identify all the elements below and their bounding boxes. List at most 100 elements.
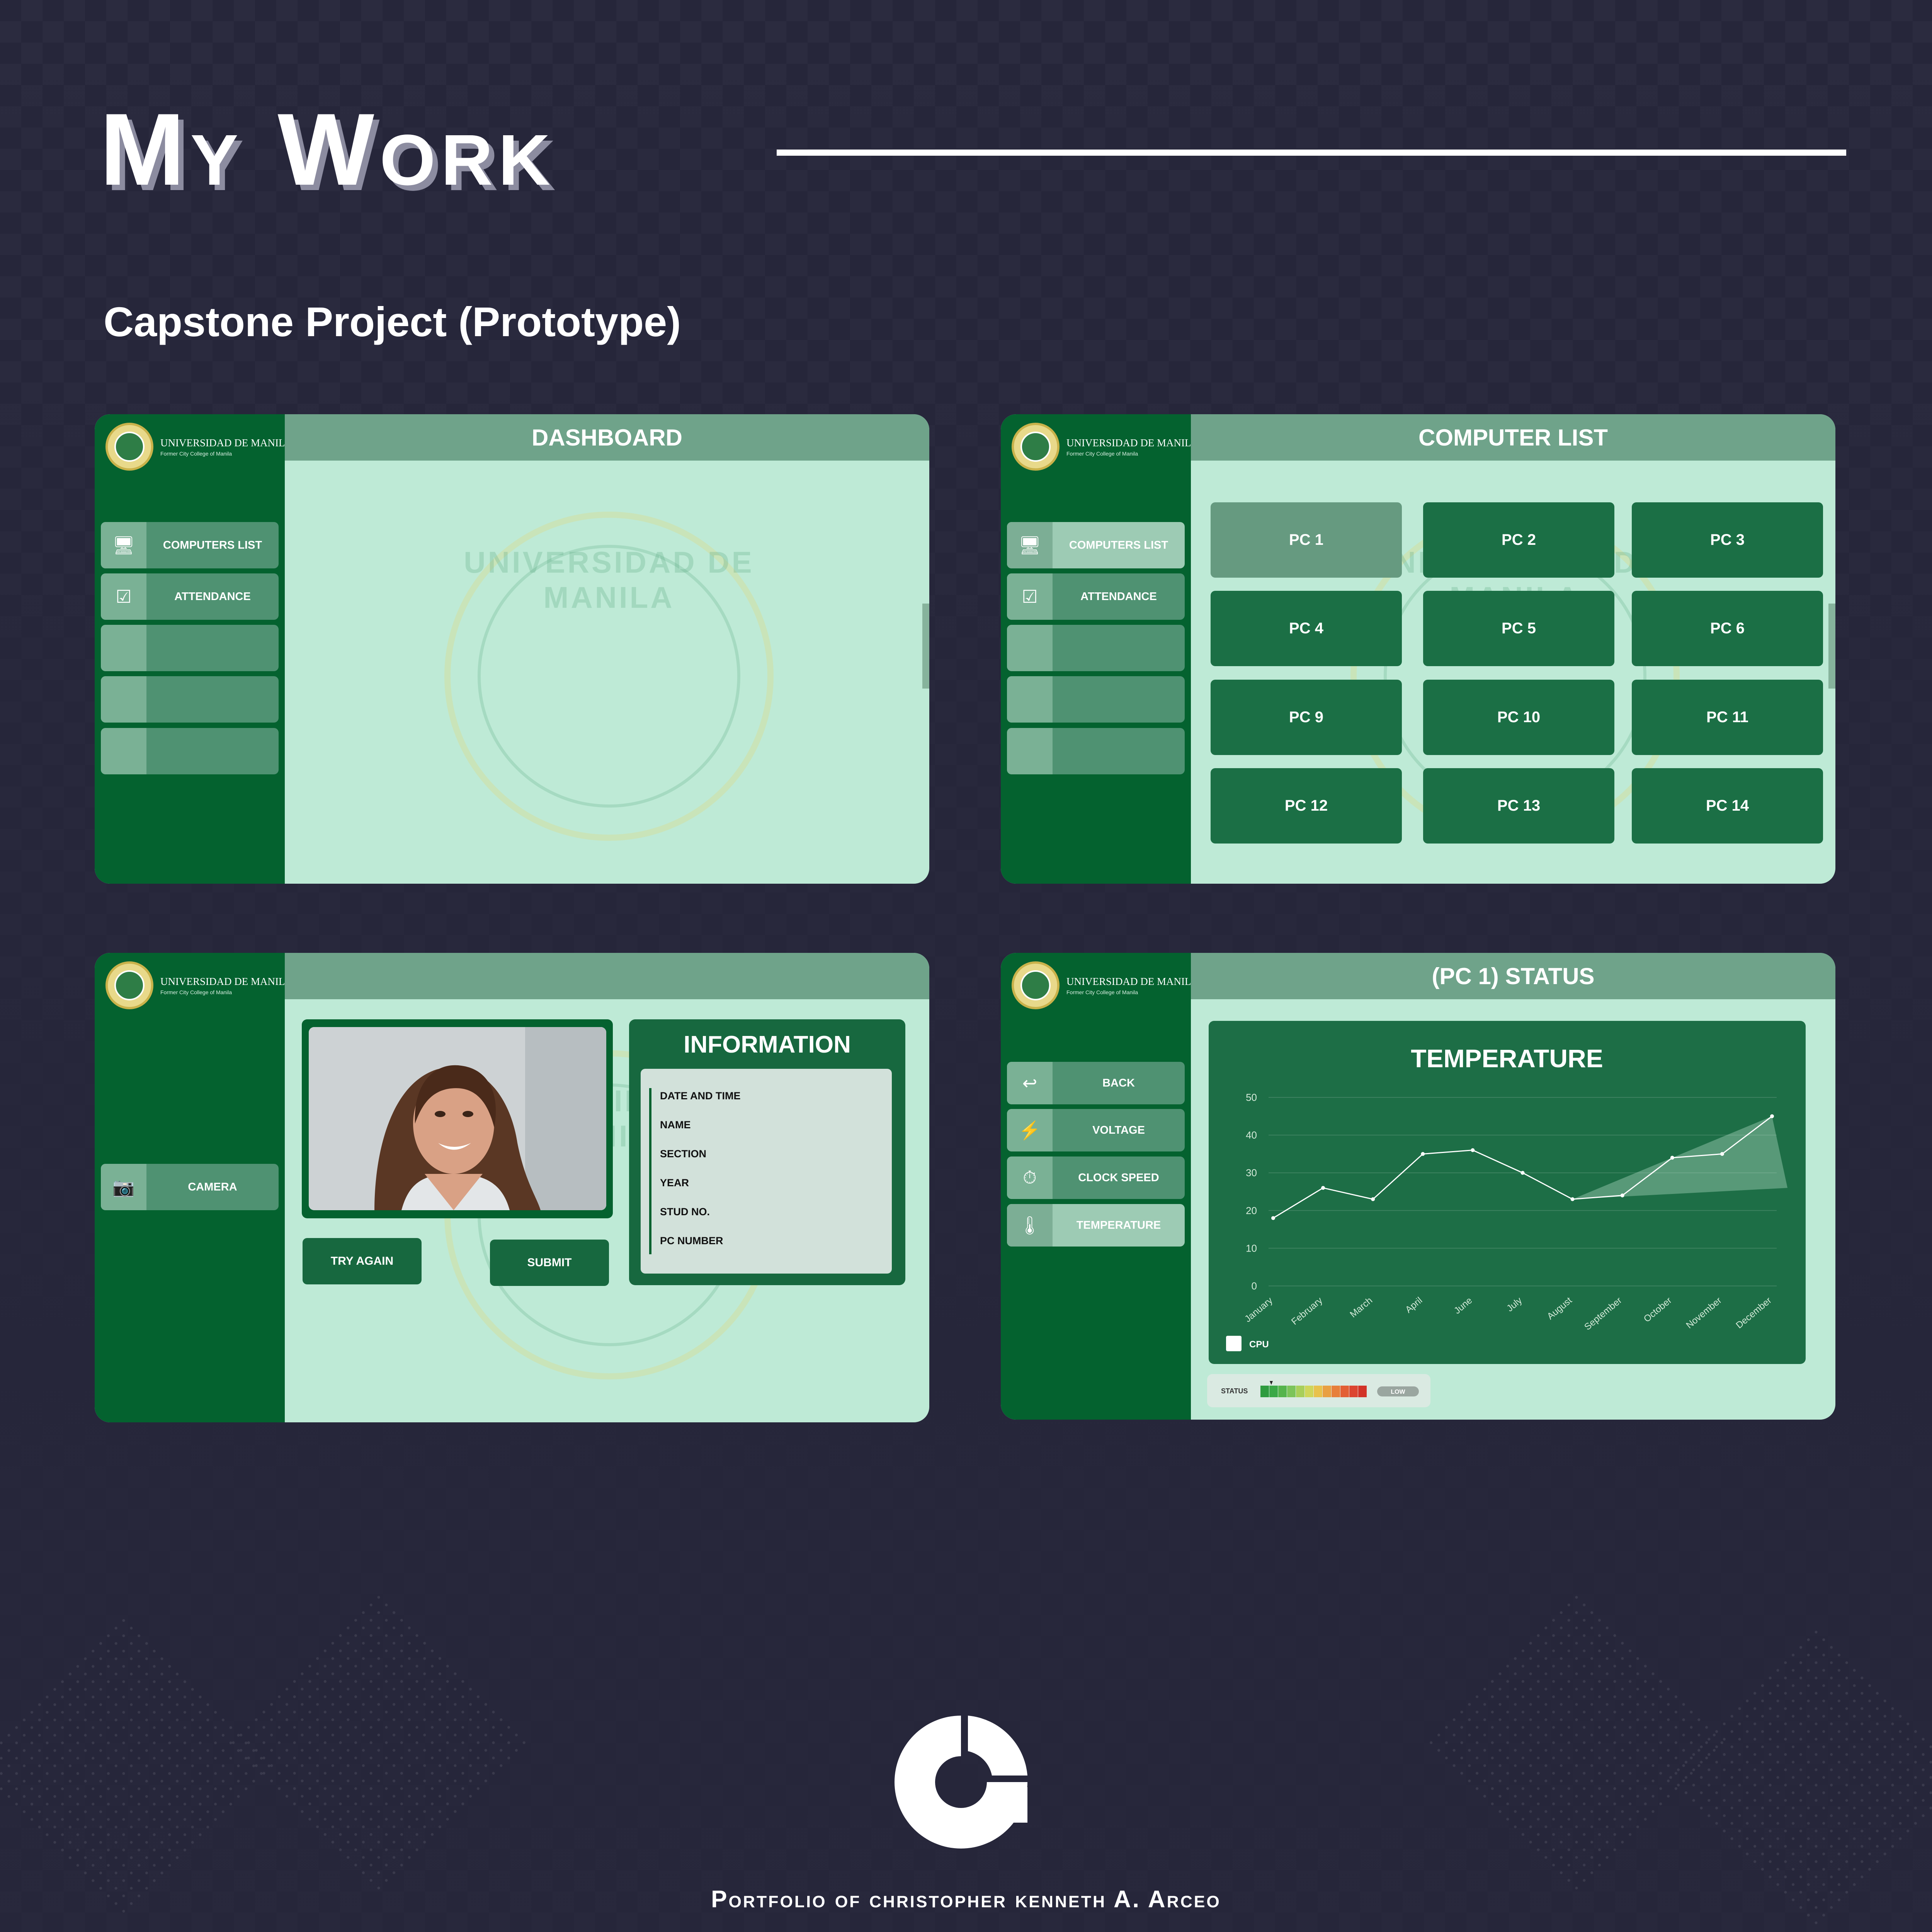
stopwatch-icon: ⏱ [1007, 1156, 1053, 1199]
x-tick-label: March [1348, 1295, 1374, 1320]
camera-icon: 📷 [101, 1164, 146, 1210]
status-marker [1270, 1381, 1273, 1385]
x-tick-label: October [1642, 1295, 1674, 1325]
university-logo: UNIVERSIDAD DE MANILA Former City Colleg… [105, 961, 293, 1009]
sidebar: UNIVERSIDAD DE MANILA Former City Colleg… [1001, 953, 1199, 1420]
x-tick-label: December [1734, 1295, 1774, 1331]
status-label: STATUS [1221, 1387, 1248, 1395]
attendance-header [285, 953, 929, 999]
pc-tile-5[interactable]: PC 5 [1423, 591, 1614, 666]
y-tick-label: 10 [1246, 1242, 1257, 1254]
legend-swatch [1226, 1336, 1242, 1351]
sidebar: UNIVERSIDAD DE MANILA Former City Colleg… [95, 414, 293, 884]
nav-empty-1[interactable] [101, 625, 279, 671]
nav-label: ATTENDANCE [174, 590, 251, 603]
status-scale-segment [1278, 1386, 1287, 1397]
status-scale-segment [1332, 1386, 1340, 1397]
information-card: DATE AND TIME NAME SECTION YEAR STUD NO.… [641, 1069, 892, 1274]
nav-clock-speed[interactable]: ⏱ CLOCK SPEED [1007, 1156, 1185, 1199]
data-point [1520, 1171, 1525, 1175]
try-again-button[interactable]: TRY AGAIN [303, 1238, 422, 1284]
field-date-time: DATE AND TIME [660, 1090, 741, 1102]
university-logo: UNIVERSIDAD DE MANILA Former City Colleg… [1012, 961, 1199, 1009]
nav-camera[interactable]: 📷 CAMERA [101, 1164, 279, 1210]
data-point [1770, 1114, 1774, 1118]
page-title: My Work [100, 92, 556, 207]
page-subtitle: Capstone Project (Prototype) [104, 298, 681, 345]
submit-button[interactable]: SUBMIT [490, 1240, 609, 1286]
university-subtitle: Former City College of Manila [1066, 989, 1138, 995]
y-tick-label: 40 [1246, 1129, 1257, 1141]
temperature-chart: TEMPERATURE 0 10 20 30 40 50 January February Mar… [1209, 1021, 1806, 1364]
pc-tile-4[interactable]: PC 4 [1211, 591, 1402, 666]
scroll-handle[interactable] [1828, 604, 1835, 689]
sidebar: UNIVERSIDAD DE MANILA Former City Colleg… [95, 953, 293, 1422]
field-stud-no: STUD NO. [660, 1206, 710, 1218]
data-point [1570, 1197, 1575, 1201]
dashboard-header: DASHBOARD [285, 414, 929, 461]
title-divider [777, 150, 1846, 156]
sidebar: UNIVERSIDAD DE MANILA Former City Colleg… [1001, 414, 1199, 884]
pc-tile-1[interactable]: PC 1 [1211, 502, 1402, 578]
computer-list-header: COMPUTER LIST [1191, 414, 1835, 461]
status-indicator: STATUS LOW [1207, 1374, 1430, 1407]
x-tick-label: February [1289, 1295, 1325, 1327]
computer-list-screen: UNIVERSIDAD DE MANILA UNIVERSIDAD DE MAN… [1001, 414, 1835, 884]
data-point [1371, 1197, 1375, 1201]
pc-tile-14[interactable]: PC 14 [1632, 768, 1823, 844]
scroll-handle[interactable] [922, 604, 929, 689]
university-seal-icon [1012, 961, 1060, 1009]
person-photo-image [309, 1027, 606, 1210]
nav-label: ATTENDANCE [1080, 590, 1157, 603]
status-level: LOW [1391, 1389, 1405, 1395]
pc-tile-9[interactable]: PC 9 [1211, 680, 1402, 755]
nav-label: VOLTAGE [1092, 1124, 1145, 1136]
pc-tile-10[interactable]: PC 10 [1423, 680, 1614, 755]
nav-back[interactable]: ↩ BACK [1007, 1062, 1185, 1104]
university-name: UNIVERSIDAD DE MANILA [160, 975, 293, 987]
status-scale-segment [1269, 1386, 1278, 1397]
thermometer-icon: 🌡 [1007, 1204, 1053, 1247]
x-tick-label: July [1505, 1295, 1524, 1314]
nav-empty-3[interactable] [1007, 728, 1185, 774]
field-name: NAME [660, 1119, 691, 1131]
pc-tile-6[interactable]: PC 6 [1632, 591, 1823, 666]
nav-label: COMPUTERS LIST [1069, 539, 1168, 551]
pc-tile-12[interactable]: PC 12 [1211, 768, 1402, 844]
nav-computers-list[interactable]: 🖥 COMPUTERS LIST [1007, 522, 1185, 568]
nav-empty-2[interactable] [1007, 676, 1185, 723]
field-year: YEAR [660, 1177, 689, 1189]
x-tick-label: November [1684, 1295, 1724, 1331]
y-tick-label: 20 [1246, 1205, 1257, 1216]
university-seal-icon [1012, 423, 1060, 471]
university-subtitle: Former City College of Manila [160, 450, 232, 457]
monitor-icon: 🖥 [1007, 522, 1053, 568]
nav-temperature[interactable]: 🌡 TEMPERATURE [1007, 1204, 1185, 1247]
status-header: (PC 1) STATUS [1191, 953, 1835, 999]
nav-computers-list[interactable]: 🖥 COMPUTERS LIST [101, 522, 279, 568]
nav-label: TEMPERATURE [1076, 1219, 1161, 1231]
nav-attendance[interactable]: ☑ ATTENDANCE [1007, 573, 1185, 620]
university-logo: UNIVERSIDAD DE MANILA Former City Colleg… [1012, 423, 1199, 471]
status-scale-segment [1260, 1386, 1269, 1397]
pc-tile-2[interactable]: PC 2 [1423, 502, 1614, 578]
pc-tile-3[interactable]: PC 3 [1632, 502, 1823, 578]
camera-preview [302, 1019, 613, 1218]
pc-tile-11[interactable]: PC 11 [1632, 680, 1823, 755]
data-point [1720, 1152, 1724, 1156]
pc-tile-13[interactable]: PC 13 [1423, 768, 1614, 844]
attendance-screen: UNIVERSIDAD DE MANILA UNIVERSIDAD DE MAN… [95, 953, 929, 1422]
portfolio-logo [895, 1716, 1027, 1849]
university-subtitle: Former City College of Manila [160, 989, 232, 995]
y-tick-label: 30 [1246, 1167, 1257, 1179]
x-tick-label: June [1452, 1295, 1474, 1316]
nav-attendance[interactable]: ☑ ATTENDANCE [101, 573, 279, 620]
nav-empty-3[interactable] [101, 728, 279, 774]
nav-voltage[interactable]: ⚡ VOLTAGE [1007, 1109, 1185, 1151]
university-name: UNIVERSIDAD DE MANILA [1066, 975, 1199, 987]
nav-empty-1[interactable] [1007, 625, 1185, 671]
field-section: SECTION [660, 1148, 707, 1160]
back-arrow-icon: ↩ [1007, 1062, 1053, 1104]
information-panel: INFORMATION DATE AND TIME NAME SECTION Y… [629, 1019, 905, 1285]
nav-empty-2[interactable] [101, 676, 279, 723]
